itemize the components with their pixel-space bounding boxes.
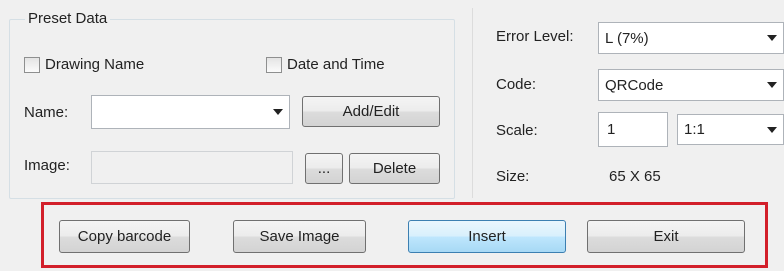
delete-button[interactable]: Delete bbox=[349, 153, 440, 184]
name-combobox[interactable] bbox=[91, 95, 290, 129]
copy-barcode-button[interactable]: Copy barcode bbox=[59, 220, 190, 253]
panel-divider bbox=[472, 8, 473, 198]
scale-label: Scale: bbox=[496, 122, 538, 139]
error-level-label: Error Level: bbox=[496, 28, 574, 45]
drawing-name-label: Drawing Name bbox=[45, 56, 145, 73]
image-label: Image: bbox=[24, 157, 70, 174]
date-time-checkbox[interactable]: Date and Time bbox=[266, 56, 385, 73]
scale-ratio-dropdown-button[interactable] bbox=[761, 115, 783, 144]
image-field[interactable] bbox=[91, 151, 293, 184]
drawing-name-checkbox-box[interactable] bbox=[24, 56, 40, 73]
code-value: QRCode bbox=[605, 76, 664, 94]
exit-button[interactable]: Exit bbox=[587, 220, 745, 253]
date-time-checkbox-box[interactable] bbox=[266, 56, 282, 73]
chevron-down-icon bbox=[767, 126, 777, 133]
name-dropdown-button[interactable] bbox=[267, 96, 289, 128]
size-label: Size: bbox=[496, 168, 530, 185]
scale-ratio-combobox[interactable]: 1:1 bbox=[677, 114, 784, 145]
error-level-dropdown-button[interactable] bbox=[761, 23, 783, 53]
name-label: Name: bbox=[24, 104, 69, 121]
add-edit-button[interactable]: Add/Edit bbox=[302, 96, 440, 127]
insert-button[interactable]: Insert bbox=[408, 220, 566, 253]
code-dropdown-button[interactable] bbox=[761, 70, 783, 100]
drawing-name-checkbox[interactable]: Drawing Name bbox=[24, 56, 144, 73]
chevron-down-icon bbox=[767, 82, 777, 88]
browse-button[interactable]: ... bbox=[305, 153, 343, 184]
error-level-combobox[interactable]: L (7%) bbox=[598, 22, 784, 54]
preset-data-title: Preset Data bbox=[25, 10, 111, 27]
scale-input[interactable]: 1 bbox=[598, 112, 668, 147]
code-label: Code: bbox=[496, 76, 537, 93]
save-image-button[interactable]: Save Image bbox=[233, 220, 366, 253]
chevron-down-icon bbox=[767, 35, 777, 41]
error-level-value: L (7%) bbox=[605, 29, 649, 47]
chevron-down-icon bbox=[273, 109, 283, 115]
code-combobox[interactable]: QRCode bbox=[598, 69, 784, 101]
size-value: 65 X 65 bbox=[609, 168, 661, 185]
scale-ratio-value: 1:1 bbox=[684, 121, 705, 138]
date-time-label: Date and Time bbox=[287, 56, 385, 73]
